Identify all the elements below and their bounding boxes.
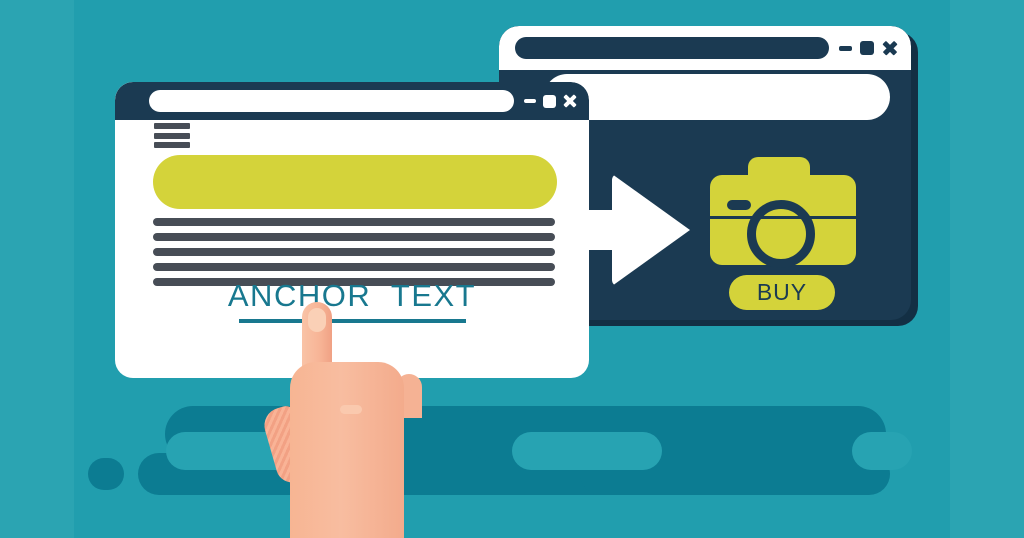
- hamburger-menu-icon[interactable]: [154, 123, 190, 148]
- background-blob-light-1: [512, 432, 662, 470]
- minimize-icon[interactable]: [524, 98, 536, 104]
- pointing-hand-icon: [256, 302, 426, 538]
- illustration-stage: BUY ANCHOR TEXT: [0, 0, 1024, 538]
- right-window-titlebar: [499, 26, 911, 70]
- close-icon[interactable]: [882, 41, 897, 56]
- text-line: [153, 248, 555, 256]
- hand-palm: [290, 362, 404, 538]
- camera-lens: [747, 200, 815, 268]
- left-window-titlebar: [115, 82, 589, 120]
- camera-icon: [710, 157, 856, 268]
- camera-body: [710, 175, 856, 268]
- hamburger-bar: [154, 123, 190, 129]
- background-blob-3: [88, 458, 124, 490]
- hand-index-nail: [308, 308, 326, 332]
- right-window-controls: [839, 41, 897, 56]
- text-line: [153, 218, 555, 226]
- hand-knuckle-crease: [340, 405, 362, 414]
- text-line: [153, 263, 555, 271]
- hero-banner: [153, 155, 557, 209]
- maximize-icon[interactable]: [543, 94, 556, 108]
- maximize-icon[interactable]: [860, 41, 874, 55]
- hamburger-bar: [154, 132, 190, 139]
- background-blob-light-3: [852, 432, 912, 470]
- link-flow-arrow-icon: [572, 174, 690, 286]
- text-line: [153, 233, 555, 241]
- camera-flash: [727, 200, 751, 210]
- right-window-search-input[interactable]: [544, 74, 890, 120]
- right-window-url-input[interactable]: [515, 37, 829, 59]
- arrow-head: [612, 174, 690, 286]
- paragraph-placeholder: [153, 218, 555, 286]
- left-window-controls: [524, 94, 577, 108]
- left-window-url-input[interactable]: [149, 90, 514, 112]
- buy-button[interactable]: BUY: [729, 275, 835, 310]
- close-icon[interactable]: [563, 94, 577, 108]
- hamburger-bar: [154, 142, 190, 148]
- minimize-icon[interactable]: [839, 45, 852, 51]
